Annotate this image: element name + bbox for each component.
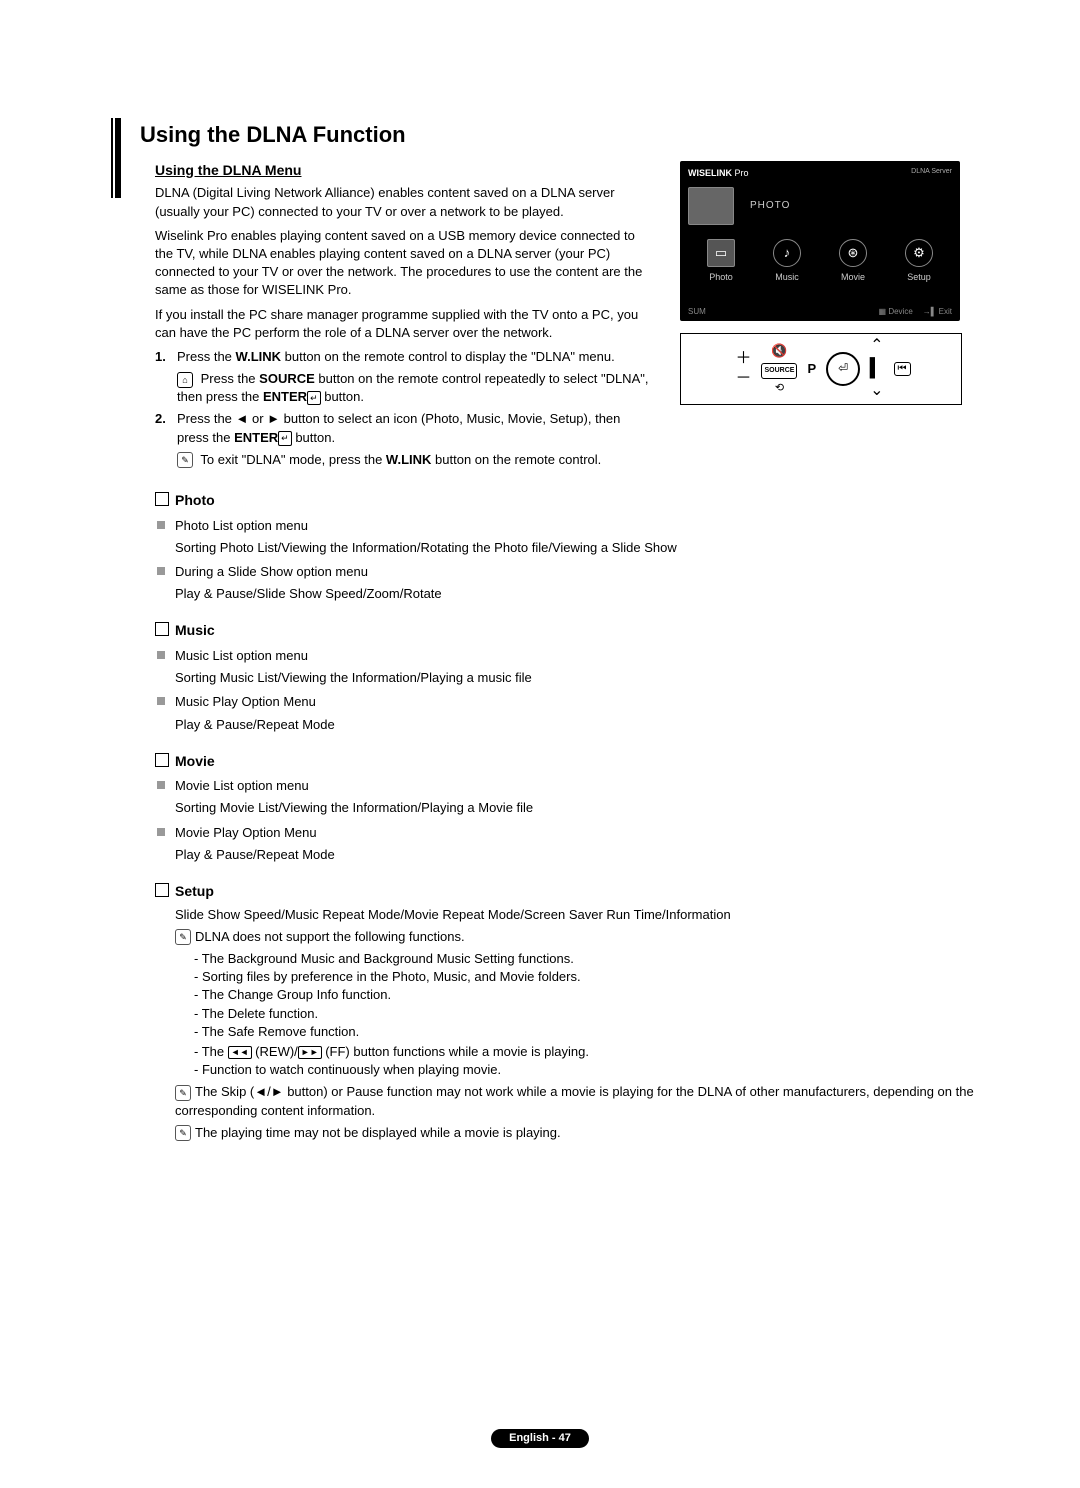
- intro-para-3: If you install the PC share manager prog…: [155, 306, 655, 342]
- note-icon: ✎: [175, 1125, 191, 1141]
- photo-item-1-body: Sorting Photo List/Viewing the Informati…: [175, 539, 980, 557]
- rew-icon: ◄◄: [228, 1046, 252, 1059]
- page-number-pill: English - 47: [491, 1429, 589, 1448]
- ff-icon: ►►: [298, 1046, 322, 1059]
- ss-footer-left: SUM: [688, 306, 706, 317]
- ss-footer-device: ▦ Device: [879, 306, 913, 317]
- setup-dash-rewff: The ◄◄ (REW)/►► (FF) button functions wh…: [194, 1043, 980, 1079]
- remote-diagram: ＋－ 🔇 SOURCE ⟲ P ⏎ ⌃ ▍ ⌄ ⏮: [680, 333, 962, 405]
- section-setup: Setup: [155, 882, 980, 902]
- setup-dash-list: The Background Music and Background Musi…: [194, 950, 980, 1041]
- remote-icon: ⌂: [177, 372, 193, 388]
- step-list: 1. Press the W.LINK button on the remote…: [155, 348, 655, 469]
- photo-item-2-body: Play & Pause/Slide Show Speed/Zoom/Rotat…: [175, 585, 980, 603]
- section-music: Music: [155, 621, 980, 641]
- photo-icon: ▭: [707, 239, 735, 267]
- remote-ch-down-icon: ⌄: [866, 381, 887, 401]
- intro-para-1: DLNA (Digital Living Network Alliance) e…: [155, 184, 655, 220]
- note-icon: ✎: [175, 929, 191, 945]
- step-number-1: 1.: [155, 348, 177, 407]
- music-icon: ♪: [773, 239, 801, 267]
- setup-body: Slide Show Speed/Music Repeat Mode/Movie…: [175, 906, 980, 924]
- note-icon: ✎: [177, 452, 193, 468]
- remote-source-button[interactable]: SOURCE: [761, 363, 797, 379]
- ss-footer-exit: →▌ Exit: [923, 306, 952, 317]
- setup-note-3: ✎The playing time may not be displayed w…: [175, 1124, 980, 1142]
- ss-tab-music[interactable]: ♪ Music: [773, 239, 801, 284]
- ss-wiselink-label: WISELINK: [688, 168, 732, 178]
- setup-note-1: ✎DLNA does not support the following fun…: [175, 928, 980, 946]
- intro-para-2: Wiselink Pro enables playing content sav…: [155, 227, 655, 300]
- movie-icon: ⊛: [839, 239, 867, 267]
- remote-enter-button[interactable]: ⏎: [826, 352, 860, 386]
- tv-screenshot: WISELINK Pro DLNA Server PHOTO ▭ Photo ♪…: [680, 161, 960, 321]
- movie-item-1-head: Movie List option menu: [175, 777, 980, 795]
- gear-icon: ⚙: [905, 239, 933, 267]
- ss-dlna-server-label: DLNA Server: [911, 167, 952, 180]
- section-rule: [115, 118, 121, 198]
- remote-mute-icon: 🔇: [761, 342, 797, 359]
- checkbox-icon: [155, 753, 169, 767]
- remote-p-label: P: [803, 360, 820, 377]
- remote-prev-icon: ⏮: [894, 362, 911, 376]
- step-number-2: 2.: [155, 410, 177, 469]
- section-movie: Movie: [155, 752, 980, 772]
- ss-main-label: PHOTO: [750, 199, 790, 213]
- note-icon: ✎: [175, 1085, 191, 1101]
- ss-photo-thumb: [688, 187, 734, 225]
- page-title: Using the DLNA Function: [130, 120, 980, 151]
- movie-item-2-head: Movie Play Option Menu: [175, 824, 980, 842]
- section-photo: Photo: [155, 491, 980, 511]
- movie-item-1-body: Sorting Movie List/Viewing the Informati…: [175, 799, 980, 817]
- remote-vol-down-icon: －: [731, 369, 755, 389]
- step-2-text: Press the ◄ or ► button to select an ico…: [177, 410, 655, 446]
- step-2-note: ✎ To exit "DLNA" mode, press the W.LINK …: [177, 451, 655, 469]
- photo-item-2-head: During a Slide Show option menu: [175, 563, 980, 581]
- remote-vol-up-icon: ＋: [731, 349, 755, 369]
- ss-pro-label: Pro: [735, 168, 749, 178]
- enter-icon: ↵: [278, 431, 292, 446]
- ss-tab-photo[interactable]: ▭ Photo: [707, 239, 735, 284]
- checkbox-icon: [155, 492, 169, 506]
- enter-icon: ↵: [307, 391, 321, 406]
- step-1-text: Press the W.LINK button on the remote co…: [177, 348, 655, 366]
- music-item-2-head: Music Play Option Menu: [175, 693, 980, 711]
- ss-tab-setup[interactable]: ⚙ Setup: [905, 239, 933, 284]
- step-1-remote-note: ⌂ Press the SOURCE button on the remote …: [177, 370, 655, 406]
- ss-tab-movie[interactable]: ⊛ Movie: [839, 239, 867, 284]
- checkbox-icon: [155, 883, 169, 897]
- music-item-2-body: Play & Pause/Repeat Mode: [175, 716, 980, 734]
- photo-item-1-head: Photo List option menu: [175, 517, 980, 535]
- checkbox-icon: [155, 622, 169, 636]
- movie-item-2-body: Play & Pause/Repeat Mode: [175, 846, 980, 864]
- setup-note-2: ✎The Skip (◄/► button) or Pause function…: [175, 1083, 980, 1119]
- section-subtitle: Using the DLNA Menu: [155, 161, 660, 181]
- remote-return-icon: ⟲: [761, 381, 797, 396]
- music-item-1-body: Sorting Music List/Viewing the Informati…: [175, 669, 980, 687]
- page-footer: English - 47: [0, 1429, 1080, 1448]
- remote-ch-up-icon: ⌃: [866, 336, 887, 356]
- music-item-1-head: Music List option menu: [175, 647, 980, 665]
- remote-stop-icon: ▍: [866, 356, 887, 381]
